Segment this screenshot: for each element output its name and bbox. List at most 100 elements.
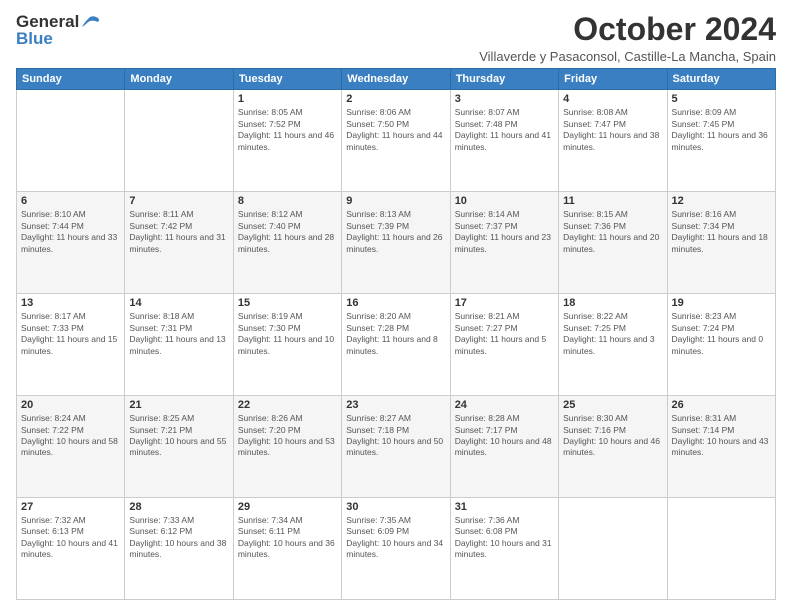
day-info: Sunrise: 8:13 AM Sunset: 7:39 PM Dayligh…	[346, 209, 445, 255]
day-number: 14	[129, 297, 228, 309]
calendar-cell: 19 Sunrise: 8:23 AM Sunset: 7:24 PM Dayli…	[667, 294, 775, 396]
calendar-cell	[559, 498, 667, 600]
calendar-cell: 13 Sunrise: 8:17 AM Sunset: 7:33 PM Dayli…	[17, 294, 125, 396]
day-number: 9	[346, 195, 445, 207]
day-info: Sunrise: 8:15 AM Sunset: 7:36 PM Dayligh…	[563, 209, 662, 255]
calendar-week-row: 27Sunrise: 7:32 AM Sunset: 6:13 PM Dayli…	[17, 498, 776, 600]
day-info: Sunrise: 8:18 AM Sunset: 7:31 PM Dayligh…	[129, 311, 228, 357]
day-number: 23	[346, 399, 445, 411]
day-info: Sunrise: 8:12 AM Sunset: 7:40 PM Dayligh…	[238, 209, 337, 255]
day-number: 22	[238, 399, 337, 411]
calendar-day-header: Saturday	[667, 69, 775, 90]
day-info: Sunrise: 8:30 AM Sunset: 7:16 PM Dayligh…	[563, 413, 662, 459]
calendar-cell: 24 Sunrise: 8:28 AM Sunset: 7:17 PM Dayli…	[450, 396, 558, 498]
day-number: 27	[21, 501, 120, 513]
day-number: 10	[455, 195, 554, 207]
calendar-cell: 12 Sunrise: 8:16 AM Sunset: 7:34 PM Dayli…	[667, 192, 775, 294]
logo-blue: Blue	[16, 29, 53, 49]
day-number: 5	[672, 93, 771, 105]
day-info: Sunrise: 7:36 AM Sunset: 6:08 PM Dayligh…	[455, 515, 554, 561]
calendar-day-header: Friday	[559, 69, 667, 90]
page: General Blue October 2024 Villaverde y P…	[0, 0, 792, 612]
day-info: Sunrise: 8:17 AM Sunset: 7:33 PM Dayligh…	[21, 311, 120, 357]
day-number: 13	[21, 297, 120, 309]
calendar-cell: 5Sunrise: 8:09 AM Sunset: 7:45 PM Daylig…	[667, 90, 775, 192]
calendar-cell: 20Sunrise: 8:24 AM Sunset: 7:22 PM Dayli…	[17, 396, 125, 498]
day-number: 8	[238, 195, 337, 207]
calendar-day-header: Tuesday	[233, 69, 341, 90]
logo: General Blue	[16, 12, 102, 49]
day-number: 31	[455, 501, 554, 513]
calendar-cell: 2 Sunrise: 8:06 AM Sunset: 7:50 PM Daylig…	[342, 90, 450, 192]
day-number: 17	[455, 297, 554, 309]
day-number: 4	[563, 93, 662, 105]
calendar-cell: 18 Sunrise: 8:22 AM Sunset: 7:25 PM Dayli…	[559, 294, 667, 396]
calendar-cell: 30 Sunrise: 7:35 AM Sunset: 6:09 PM Dayli…	[342, 498, 450, 600]
calendar-week-row: 1 Sunrise: 8:05 AM Sunset: 7:52 PM Daylig…	[17, 90, 776, 192]
calendar-cell: 11Sunrise: 8:15 AM Sunset: 7:36 PM Dayli…	[559, 192, 667, 294]
day-number: 2	[346, 93, 445, 105]
day-number: 1	[238, 93, 337, 105]
day-number: 15	[238, 297, 337, 309]
calendar-cell: 6Sunrise: 8:10 AM Sunset: 7:44 PM Daylig…	[17, 192, 125, 294]
header: General Blue October 2024 Villaverde y P…	[16, 12, 776, 64]
day-info: Sunrise: 8:10 AM Sunset: 7:44 PM Dayligh…	[21, 209, 120, 255]
calendar-cell: 8 Sunrise: 8:12 AM Sunset: 7:40 PM Daylig…	[233, 192, 341, 294]
calendar-week-row: 6Sunrise: 8:10 AM Sunset: 7:44 PM Daylig…	[17, 192, 776, 294]
day-info: Sunrise: 8:16 AM Sunset: 7:34 PM Dayligh…	[672, 209, 771, 255]
day-number: 12	[672, 195, 771, 207]
location-subtitle: Villaverde y Pasaconsol, Castille-La Man…	[479, 49, 776, 64]
day-info: Sunrise: 8:22 AM Sunset: 7:25 PM Dayligh…	[563, 311, 662, 357]
title-block: October 2024 Villaverde y Pasaconsol, Ca…	[479, 12, 776, 64]
day-number: 24	[455, 399, 554, 411]
day-info: Sunrise: 8:24 AM Sunset: 7:22 PM Dayligh…	[21, 413, 120, 459]
calendar-cell: 23 Sunrise: 8:27 AM Sunset: 7:18 PM Dayli…	[342, 396, 450, 498]
day-number: 30	[346, 501, 445, 513]
day-number: 26	[672, 399, 771, 411]
calendar-cell: 16Sunrise: 8:20 AM Sunset: 7:28 PM Dayli…	[342, 294, 450, 396]
calendar-cell: 9 Sunrise: 8:13 AM Sunset: 7:39 PM Daylig…	[342, 192, 450, 294]
calendar-cell: 31 Sunrise: 7:36 AM Sunset: 6:08 PM Dayli…	[450, 498, 558, 600]
calendar-cell: 17 Sunrise: 8:21 AM Sunset: 7:27 PM Dayli…	[450, 294, 558, 396]
day-number: 25	[563, 399, 662, 411]
day-info: Sunrise: 8:28 AM Sunset: 7:17 PM Dayligh…	[455, 413, 554, 459]
calendar-cell: 21 Sunrise: 8:25 AM Sunset: 7:21 PM Dayli…	[125, 396, 233, 498]
calendar-cell: 15 Sunrise: 8:19 AM Sunset: 7:30 PM Dayli…	[233, 294, 341, 396]
calendar-cell	[667, 498, 775, 600]
day-info: Sunrise: 8:25 AM Sunset: 7:21 PM Dayligh…	[129, 413, 228, 459]
calendar-day-header: Wednesday	[342, 69, 450, 90]
calendar-table: SundayMondayTuesdayWednesdayThursdayFrid…	[16, 68, 776, 600]
day-info: Sunrise: 8:07 AM Sunset: 7:48 PM Dayligh…	[455, 107, 554, 153]
day-info: Sunrise: 8:21 AM Sunset: 7:27 PM Dayligh…	[455, 311, 554, 357]
calendar-day-header: Monday	[125, 69, 233, 90]
calendar-cell: 10Sunrise: 8:14 AM Sunset: 7:37 PM Dayli…	[450, 192, 558, 294]
calendar-cell: 4Sunrise: 8:08 AM Sunset: 7:47 PM Daylig…	[559, 90, 667, 192]
day-info: Sunrise: 8:20 AM Sunset: 7:28 PM Dayligh…	[346, 311, 445, 357]
day-info: Sunrise: 7:33 AM Sunset: 6:12 PM Dayligh…	[129, 515, 228, 561]
calendar-day-header: Sunday	[17, 69, 125, 90]
calendar-cell: 7Sunrise: 8:11 AM Sunset: 7:42 PM Daylig…	[125, 192, 233, 294]
day-info: Sunrise: 8:27 AM Sunset: 7:18 PM Dayligh…	[346, 413, 445, 459]
calendar-header-row: SundayMondayTuesdayWednesdayThursdayFrid…	[17, 69, 776, 90]
day-info: Sunrise: 8:26 AM Sunset: 7:20 PM Dayligh…	[238, 413, 337, 459]
logo-bird-icon	[80, 15, 102, 29]
calendar-cell: 29Sunrise: 7:34 AM Sunset: 6:11 PM Dayli…	[233, 498, 341, 600]
day-number: 21	[129, 399, 228, 411]
calendar-cell: 27Sunrise: 7:32 AM Sunset: 6:13 PM Dayli…	[17, 498, 125, 600]
calendar-cell: 3Sunrise: 8:07 AM Sunset: 7:48 PM Daylig…	[450, 90, 558, 192]
calendar-cell: 22 Sunrise: 8:26 AM Sunset: 7:20 PM Dayli…	[233, 396, 341, 498]
day-number: 18	[563, 297, 662, 309]
calendar-week-row: 13 Sunrise: 8:17 AM Sunset: 7:33 PM Dayli…	[17, 294, 776, 396]
day-number: 28	[129, 501, 228, 513]
calendar-cell: 14 Sunrise: 8:18 AM Sunset: 7:31 PM Dayli…	[125, 294, 233, 396]
day-number: 19	[672, 297, 771, 309]
day-info: Sunrise: 8:11 AM Sunset: 7:42 PM Dayligh…	[129, 209, 228, 255]
day-info: Sunrise: 8:06 AM Sunset: 7:50 PM Dayligh…	[346, 107, 445, 153]
day-info: Sunrise: 8:19 AM Sunset: 7:30 PM Dayligh…	[238, 311, 337, 357]
day-info: Sunrise: 8:23 AM Sunset: 7:24 PM Dayligh…	[672, 311, 771, 357]
calendar-cell	[125, 90, 233, 192]
calendar-day-header: Thursday	[450, 69, 558, 90]
day-info: Sunrise: 7:35 AM Sunset: 6:09 PM Dayligh…	[346, 515, 445, 561]
month-title: October 2024	[479, 12, 776, 47]
day-info: Sunrise: 8:05 AM Sunset: 7:52 PM Dayligh…	[238, 107, 337, 153]
